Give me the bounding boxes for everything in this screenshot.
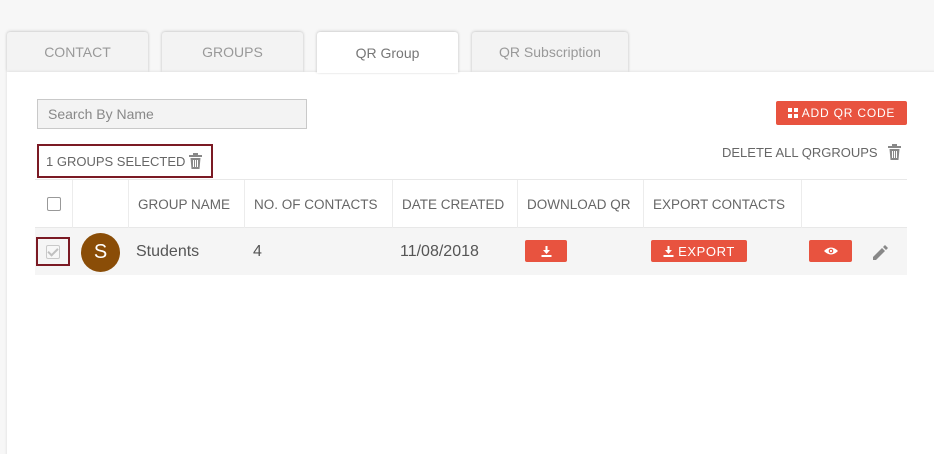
trash-icon — [887, 144, 901, 160]
date-created-cell: 11/08/2018 — [400, 242, 479, 260]
column-header-export-contacts: EXPORT CONTACTS — [644, 180, 802, 228]
tab-qr-subscription[interactable]: QR Subscription — [472, 32, 628, 72]
grid-icon — [787, 108, 798, 118]
select-all-checkbox[interactable] — [46, 197, 61, 211]
add-qr-code-label: ADD QR CODE — [801, 106, 896, 120]
download-qr-button[interactable] — [525, 240, 567, 262]
table-row: S Students 4 11/08/2018 EXPORT — [35, 228, 907, 275]
column-header-group-name: GROUP NAME — [129, 180, 245, 228]
tab-contact[interactable]: CONTACT — [7, 32, 148, 72]
group-name-cell[interactable]: Students — [136, 228, 199, 275]
add-qr-code-button[interactable]: ADD QR CODE — [776, 101, 907, 125]
pencil-icon[interactable] — [872, 245, 888, 261]
avatar-column-header — [73, 180, 129, 228]
delete-all-qrgroups-button[interactable]: DELETE ALL QRGROUPS — [722, 143, 901, 161]
column-header-contacts: NO. OF CONTACTS — [245, 180, 393, 228]
selected-count-label: 1 GROUPS SELECTED — [46, 153, 186, 169]
download-icon — [541, 245, 551, 257]
column-header-date-created: DATE CREATED — [393, 180, 518, 228]
eye-icon — [823, 247, 838, 255]
avatar: S — [81, 233, 120, 272]
tab-groups[interactable]: GROUPS — [162, 32, 303, 72]
view-group-button[interactable] — [809, 240, 852, 262]
delete-all-label: DELETE ALL QRGROUPS — [722, 144, 878, 160]
column-header-download-qr: DOWNLOAD QR — [518, 180, 644, 228]
trash-icon[interactable] — [189, 153, 203, 169]
download-icon — [663, 245, 674, 257]
export-label: EXPORT — [678, 243, 735, 259]
tab-bar: CONTACT GROUPS QR Group QR Subscription — [0, 32, 934, 73]
actions-column-header — [802, 180, 907, 228]
export-contacts-button[interactable]: EXPORT — [651, 240, 747, 262]
selected-count-indicator: 1 GROUPS SELECTED — [37, 144, 213, 178]
qr-groups-table: GROUP NAME NO. OF CONTACTS DATE CREATED … — [35, 179, 907, 275]
select-all-cell — [35, 180, 73, 228]
search-input[interactable] — [37, 99, 307, 129]
tab-qr-group[interactable]: QR Group — [317, 32, 458, 73]
row-checkbox-highlight — [36, 237, 70, 266]
contacts-count-cell: 4 — [253, 242, 262, 260]
table-header: GROUP NAME NO. OF CONTACTS DATE CREATED … — [35, 179, 907, 228]
row-checkbox[interactable] — [46, 244, 60, 259]
